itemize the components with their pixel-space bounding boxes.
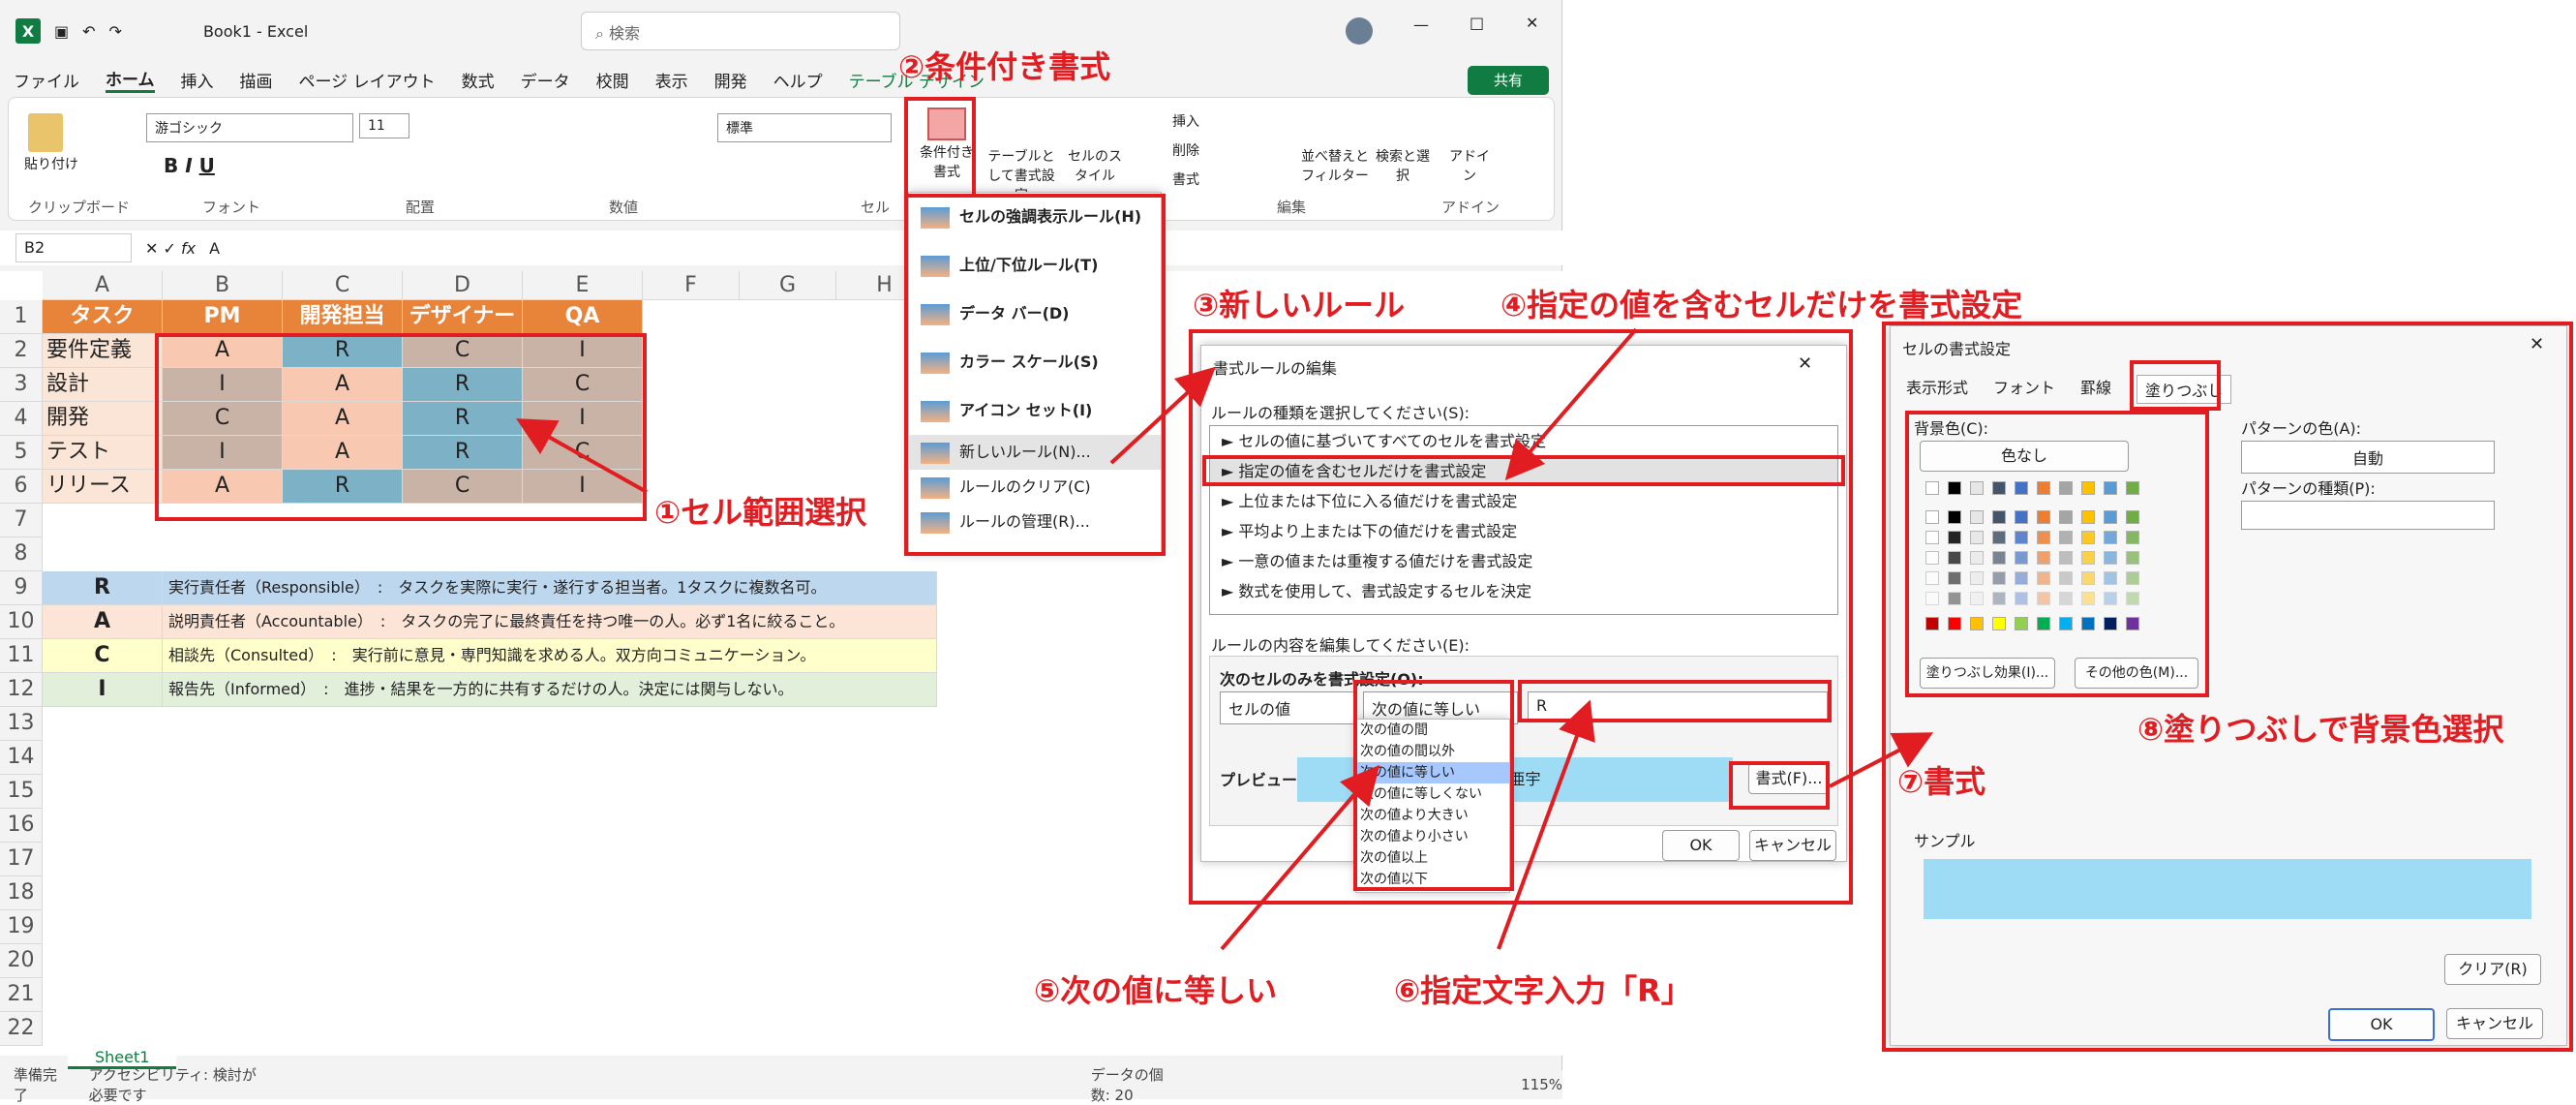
arrow-layer (516, 327, 1934, 951)
arrow-7 (1829, 732, 1934, 788)
arrow-1 (516, 418, 648, 494)
arrow-4 (1504, 327, 1638, 481)
arrow-6 (1497, 699, 1595, 950)
arrow-3 (1109, 366, 1216, 465)
arrow-5 (1220, 764, 1380, 951)
